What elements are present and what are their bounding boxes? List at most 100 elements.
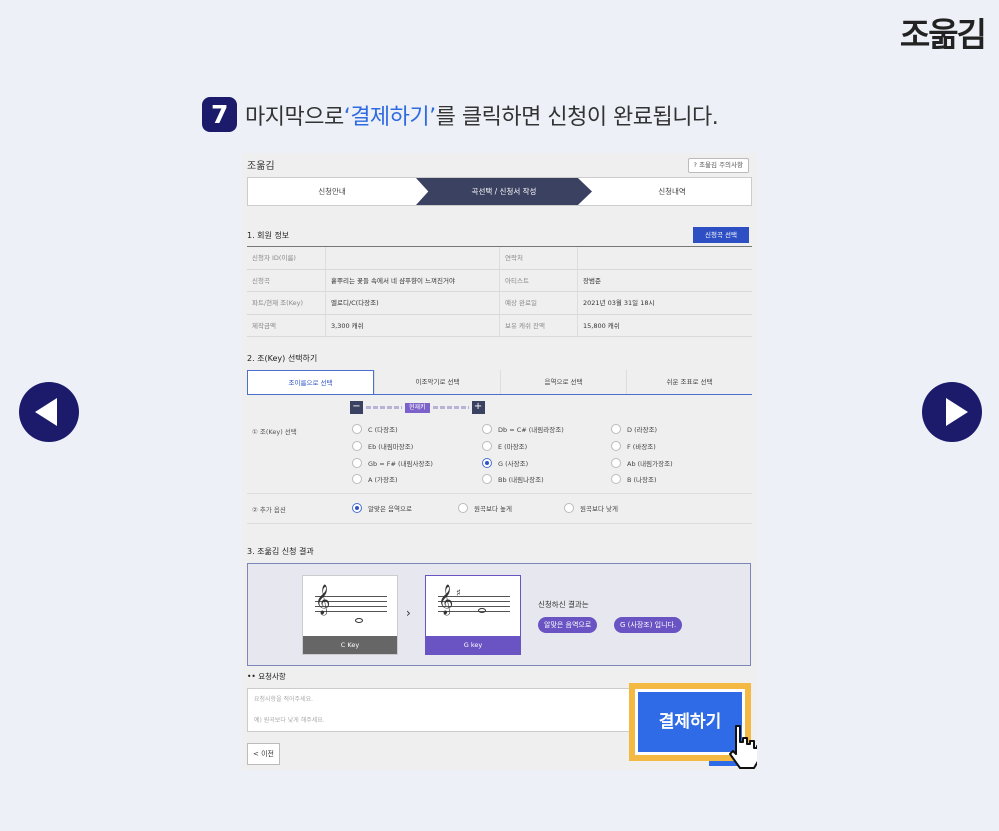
radio-circle[interactable] xyxy=(352,441,362,451)
tab-by-key-name[interactable]: 조이름으로 선택 xyxy=(247,370,374,394)
radio-key[interactable]: Gb = F# (내림사장조) xyxy=(352,458,433,468)
step-history[interactable]: 신청내역 xyxy=(592,178,752,205)
radio-extra[interactable]: 원곡보다 높게 xyxy=(458,503,512,513)
radio-key[interactable]: A (가장조) xyxy=(352,474,398,484)
table-row: 파트/현재 조(Key) 멜로디/C(다장조) 예상 완료일 2021년 03월… xyxy=(247,292,752,315)
prev-button[interactable]: < 이전 xyxy=(247,743,280,765)
step-guide[interactable]: 신청안내 xyxy=(248,178,416,205)
radio-extra-selected[interactable]: 알맞은 음역으로 xyxy=(352,503,412,513)
radio-label: F (바장조) xyxy=(627,443,656,451)
radio-circle[interactable] xyxy=(611,474,621,484)
request-placeholder-1: 요청사항을 적어주세요. xyxy=(254,696,314,703)
radio-key[interactable]: F (바장조) xyxy=(611,441,656,451)
radio-extra[interactable]: 원곡보다 낮게 xyxy=(564,503,618,513)
key-stepper: − 현재키 + xyxy=(350,401,485,414)
radio-circle[interactable] xyxy=(482,441,492,451)
radio-label: Ab (내림가장조) xyxy=(627,460,673,468)
sharp-icon: ♯ xyxy=(456,588,461,599)
result-label: 신청하신 결과는 xyxy=(538,600,589,609)
note-icon xyxy=(355,618,363,623)
divider xyxy=(247,523,752,524)
chevron-right-icon: › xyxy=(406,606,411,620)
divider xyxy=(247,493,752,494)
radio-key[interactable]: Db = C# (내림라장조) xyxy=(482,424,564,434)
result-box: 𝄞 C Key › 𝄞 ♯ G key 신청하신 결과는 알맞은 음역으로 G … xyxy=(247,563,751,666)
radio-circle[interactable] xyxy=(611,441,621,451)
tab-by-easy-signature[interactable]: 쉬운 조표로 선택 xyxy=(626,370,752,394)
instruction-highlight: ‘결제하기’ xyxy=(343,104,436,130)
staff-to-key: 𝄞 ♯ G key xyxy=(425,575,521,655)
cell-label: 신청곡 xyxy=(252,276,270,285)
radio-circle[interactable] xyxy=(564,503,574,513)
radio-key-selected[interactable]: G (사장조) xyxy=(482,458,528,468)
pointer-cursor-icon xyxy=(729,725,757,769)
member-info-table: 신청자 ID(이름) 연락처 신청곡 흩뿌리는 꽃들 속에서 네 샴푸향이 느껴… xyxy=(247,246,752,337)
key-up-button[interactable]: + xyxy=(471,401,485,414)
radio-label: 알맞은 음역으로 xyxy=(368,505,412,513)
radio-label: 원곡보다 낮게 xyxy=(580,505,618,513)
key-down-button[interactable]: − xyxy=(350,401,363,414)
radio-circle[interactable] xyxy=(482,474,492,484)
radio-key[interactable]: Eb (내림마장조) xyxy=(352,441,413,451)
cell-value xyxy=(325,247,499,269)
request-textarea[interactable]: 요청사항을 적어주세요. 예) 원곡보다 낮게 해주세요. xyxy=(247,688,632,732)
section-result: 3. 조욺김 신청 결과 xyxy=(247,547,314,556)
result-key-pill: G (사장조) 입니다. xyxy=(614,617,683,633)
radio-circle[interactable] xyxy=(611,424,621,434)
radio-circle[interactable] xyxy=(352,424,362,434)
radio-label: Eb (내림마장조) xyxy=(368,443,414,451)
cell-value: 3,300 캐쉬 xyxy=(325,314,499,336)
next-arrow-icon[interactable] xyxy=(922,382,982,442)
cell-label: 신청자 ID(이름) xyxy=(252,254,296,262)
radio-key[interactable]: D (라장조) xyxy=(611,424,657,434)
radio-key[interactable]: B (나장조) xyxy=(611,474,657,484)
request-title: •• 요청사항 xyxy=(247,672,286,681)
cell-label: 보유 캐쉬 잔액 xyxy=(499,314,577,336)
instruction-text-post: 를 클릭하면 신청이 완료됩니다. xyxy=(435,104,719,130)
radio-circle-checked[interactable] xyxy=(482,458,492,468)
cell-value: 장범준 xyxy=(577,269,752,291)
radio-circle-checked[interactable] xyxy=(352,503,362,513)
key-select-tabs: 조이름으로 선택 이조악기로 선택 음역으로 선택 쉬운 조표로 선택 xyxy=(247,370,752,395)
previous-arrow-icon[interactable] xyxy=(19,382,79,442)
radio-key[interactable]: E (마장조) xyxy=(482,441,527,451)
radio-circle[interactable] xyxy=(458,503,468,513)
cell-value: 흩뿌리는 꽃들 속에서 네 샴푸향이 느껴진거야 xyxy=(325,269,499,291)
radio-label: 원곡보다 높게 xyxy=(474,505,512,513)
select-song-button[interactable]: 신청곡 선택 xyxy=(693,227,749,243)
key-select-label: ① 조(Key) 선택 xyxy=(252,428,297,436)
cell-label: 아티스트 xyxy=(499,269,577,291)
cell-label: 제작금액 xyxy=(252,321,276,330)
request-placeholder-2: 예) 원곡보다 낮게 해주세요. xyxy=(254,717,325,724)
radio-circle[interactable] xyxy=(482,424,492,434)
cell-value: 멜로디/C(다장조) xyxy=(325,292,499,314)
tab-by-instrument[interactable]: 이조악기로 선택 xyxy=(374,370,500,394)
radio-circle[interactable] xyxy=(352,474,362,484)
radio-circle[interactable] xyxy=(611,458,621,468)
radio-key[interactable]: Ab (내림가장조) xyxy=(611,458,673,468)
radio-label: G (사장조) xyxy=(498,460,529,468)
radio-label: Db = C# (내림라장조) xyxy=(498,426,564,434)
table-row: 제작금액 3,300 캐쉬 보유 캐쉬 잔액 15,800 캐쉬 xyxy=(247,314,752,337)
radio-key[interactable]: Bb (내림나장조) xyxy=(482,474,544,484)
step-select-song[interactable]: 곡선택 / 신청서 작성 xyxy=(416,178,592,205)
screenshot-title: 조욺김 xyxy=(247,161,275,172)
embedded-screenshot: 조욺김 ? 조욺김 주의사항 신청안내 곡선택 / 신청서 작성 신청내역 1.… xyxy=(242,153,757,770)
radio-circle[interactable] xyxy=(352,458,362,468)
tab-by-range[interactable]: 음역으로 선택 xyxy=(500,370,626,394)
cell-label: 파트/현재 조(Key) xyxy=(252,299,304,307)
cell-label: 연락처 xyxy=(499,247,577,269)
note-icon xyxy=(478,608,486,613)
notice-button[interactable]: ? 조욺김 주의사항 xyxy=(687,158,749,173)
radio-label: Gb = F# (내림사장조) xyxy=(368,460,433,468)
radio-label: B (나장조) xyxy=(627,476,657,484)
section-member-info: 1. 회원 정보 xyxy=(247,231,290,240)
staff-caption: G key xyxy=(426,636,520,654)
current-key-badge: 현재키 xyxy=(405,402,430,413)
radio-label: C (다장조) xyxy=(368,426,398,434)
radio-label: E (마장조) xyxy=(498,443,528,451)
radio-key[interactable]: C (다장조) xyxy=(352,424,398,434)
section-key-select: 2. 조(Key) 선택하기 xyxy=(247,354,318,363)
staff-from-key: 𝄞 C Key xyxy=(302,575,398,655)
result-range-pill: 알맞은 음역으로 xyxy=(538,617,598,633)
